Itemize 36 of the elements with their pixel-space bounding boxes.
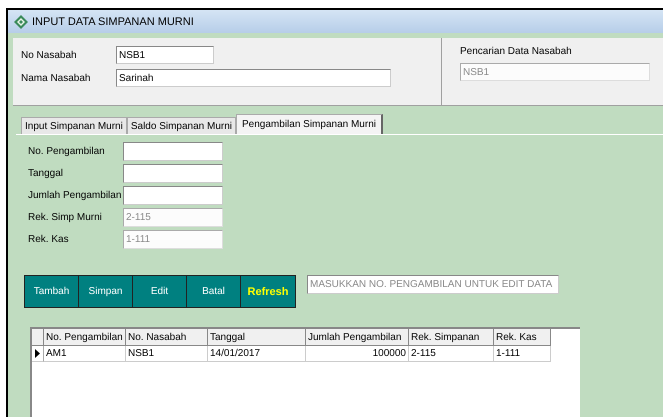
action-button[interactable]: Simpan bbox=[79, 276, 133, 307]
action-button[interactable]: Edit bbox=[133, 276, 187, 307]
input-field[interactable] bbox=[123, 186, 223, 205]
table-cell: 14/01/2017 bbox=[208, 346, 306, 362]
field-label: Pencarian Data Nasabah bbox=[460, 46, 573, 57]
column-header[interactable]: No. Nasabah bbox=[126, 329, 208, 346]
tab[interactable]: Saldo Simpanan Murni bbox=[126, 117, 236, 134]
tab[interactable]: Input Simpanan Murni bbox=[21, 117, 127, 134]
window-title: INPUT DATA SIMPANAN MURNI bbox=[32, 16, 194, 28]
table-cell: NSB1 bbox=[126, 346, 208, 362]
column-header[interactable]: Tanggal bbox=[208, 329, 306, 346]
field-label: Nama Nasabah bbox=[21, 72, 92, 84]
column-header[interactable]: Rek. Kas bbox=[494, 329, 551, 346]
action-button[interactable]: Tambah bbox=[25, 276, 79, 307]
field-label: Rek. Simp Murni bbox=[28, 212, 103, 223]
input-field[interactable]: Sarinah bbox=[116, 69, 391, 87]
input-field[interactable]: NSB1 bbox=[116, 46, 214, 64]
column-header[interactable]: Jumlah Pengambilan bbox=[306, 329, 409, 346]
edit-search-field[interactable]: MASUKKAN NO. PENGAMBILAN UNTUK EDIT DATA bbox=[307, 275, 559, 294]
tab[interactable]: Pengambilan Simpanan Murni bbox=[236, 114, 383, 134]
field-label: Tanggal bbox=[28, 168, 64, 179]
field-label: Jumlah Pengambilan bbox=[28, 190, 122, 201]
table-cell: 1-111 bbox=[494, 346, 551, 362]
column-header[interactable]: No. Pengambilan bbox=[44, 329, 126, 346]
column-header[interactable]: Rek. Simpanan bbox=[409, 329, 494, 346]
field-label: No Nasabah bbox=[21, 50, 78, 60]
input-field[interactable] bbox=[123, 142, 223, 161]
field-label: Rek. Kas bbox=[28, 234, 70, 245]
action-button[interactable]: Batal bbox=[187, 276, 241, 307]
table-cell: AM1 bbox=[44, 346, 126, 362]
action-button[interactable]: Refresh bbox=[241, 276, 295, 307]
diamond-app-icon bbox=[14, 14, 28, 28]
field-label: No. Pengambilan bbox=[28, 146, 106, 157]
input-field[interactable] bbox=[123, 164, 223, 183]
table-cell: 2-115 bbox=[409, 346, 494, 362]
table-cell: 100000 bbox=[306, 346, 409, 362]
